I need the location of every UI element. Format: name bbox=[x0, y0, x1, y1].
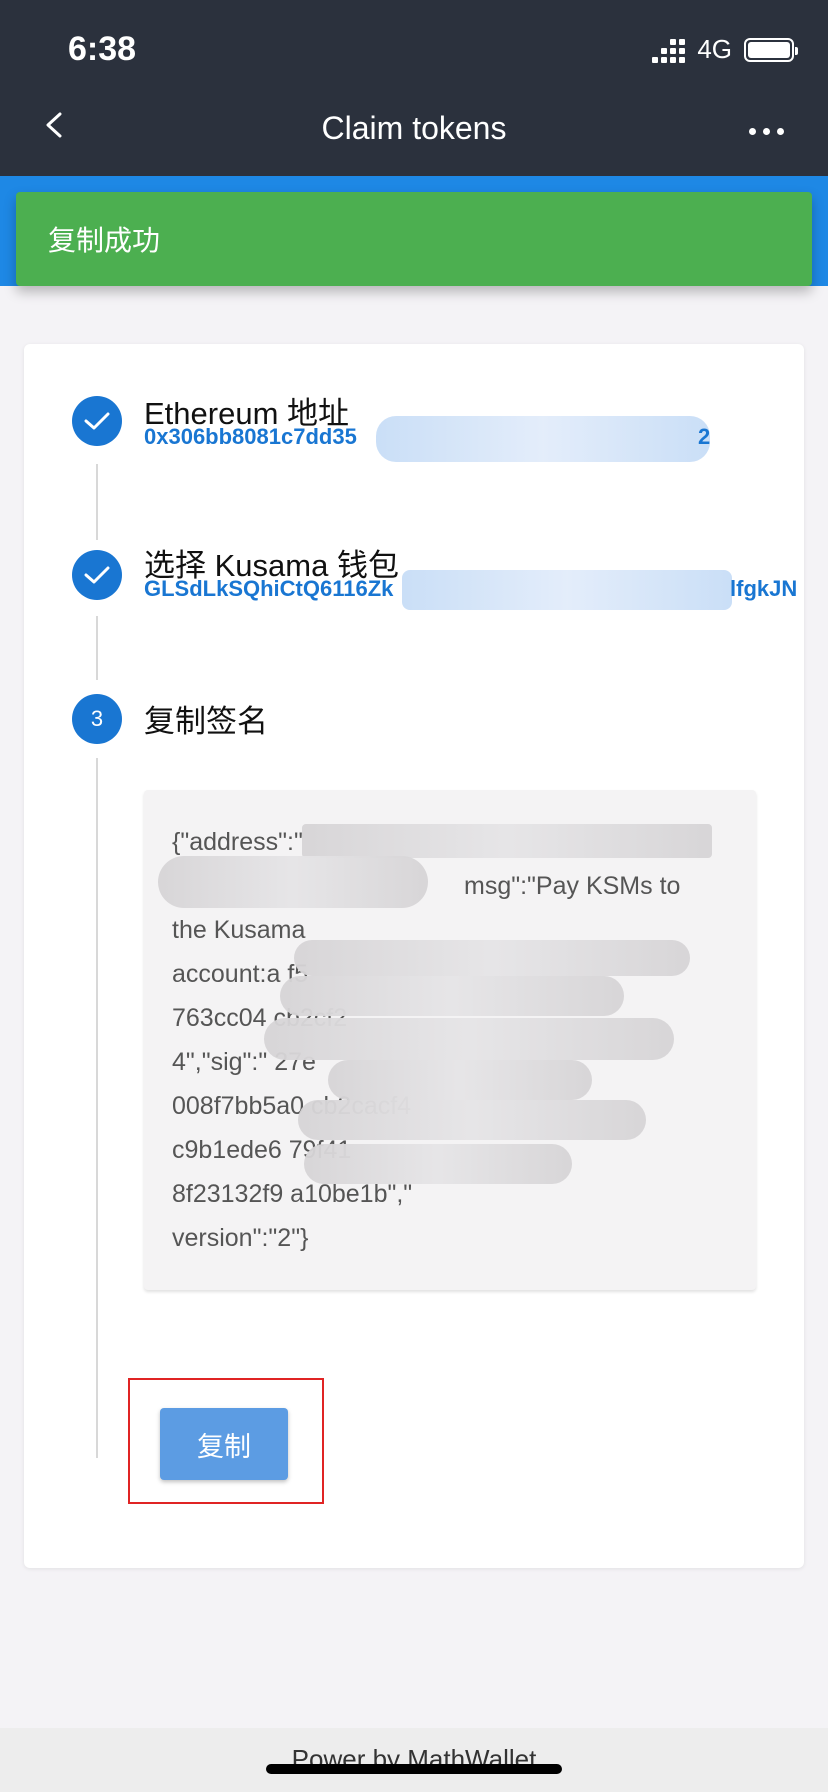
status-icons: 4G bbox=[652, 34, 798, 65]
redacted-signature-blur bbox=[264, 1018, 674, 1060]
step-connector bbox=[96, 758, 98, 1458]
step-connector bbox=[96, 616, 98, 680]
redacted-signature-blur bbox=[294, 940, 690, 976]
toast-text: 复制成功 bbox=[48, 225, 161, 256]
redacted-signature-blur bbox=[298, 1100, 646, 1140]
copy-button[interactable]: 复制 bbox=[160, 1408, 288, 1480]
claim-steps-card: Ethereum 地址 0x306bb8081c7dd35 2 选择 Kusam… bbox=[24, 344, 804, 1568]
step-3-number: 3 bbox=[72, 694, 122, 744]
step-connector bbox=[96, 464, 98, 540]
page-title: Claim tokens bbox=[321, 110, 507, 146]
redacted-signature-blur bbox=[280, 976, 624, 1016]
redacted-address-blur bbox=[376, 416, 710, 462]
ethereum-address-start: 0x306bb8081c7dd35 bbox=[144, 424, 357, 449]
step-3-title: 复制签名 bbox=[144, 704, 268, 739]
signature-line: version":"2"} bbox=[172, 1224, 309, 1252]
kusama-address-start: GLSdLkSQhiCtQ6116Zk bbox=[144, 576, 394, 601]
ethereum-address-end: 2 bbox=[698, 424, 711, 449]
signature-text-box[interactable]: {"address":" msg":"Pay KSMs to the Kusam… bbox=[144, 790, 756, 1290]
step-1-check-icon bbox=[72, 396, 122, 446]
status-time: 6:38 bbox=[68, 30, 137, 68]
redacted-address-blur bbox=[402, 570, 732, 610]
toast-message: 复制成功 bbox=[16, 192, 812, 286]
signal-icon bbox=[652, 37, 686, 63]
redacted-signature-blur bbox=[302, 824, 712, 858]
top-bar: 6:38 4G Claim tokens bbox=[0, 0, 828, 176]
battery-icon bbox=[744, 37, 798, 62]
redacted-signature-blur bbox=[304, 1144, 572, 1184]
step-2-check-icon bbox=[72, 550, 122, 600]
network-type: 4G bbox=[697, 34, 732, 64]
more-icon[interactable] bbox=[749, 128, 784, 135]
redacted-signature-blur bbox=[328, 1060, 592, 1100]
kusama-address-end: lfgkJN bbox=[730, 576, 798, 601]
redacted-signature-blur bbox=[158, 856, 428, 908]
home-indicator[interactable] bbox=[266, 1764, 562, 1774]
